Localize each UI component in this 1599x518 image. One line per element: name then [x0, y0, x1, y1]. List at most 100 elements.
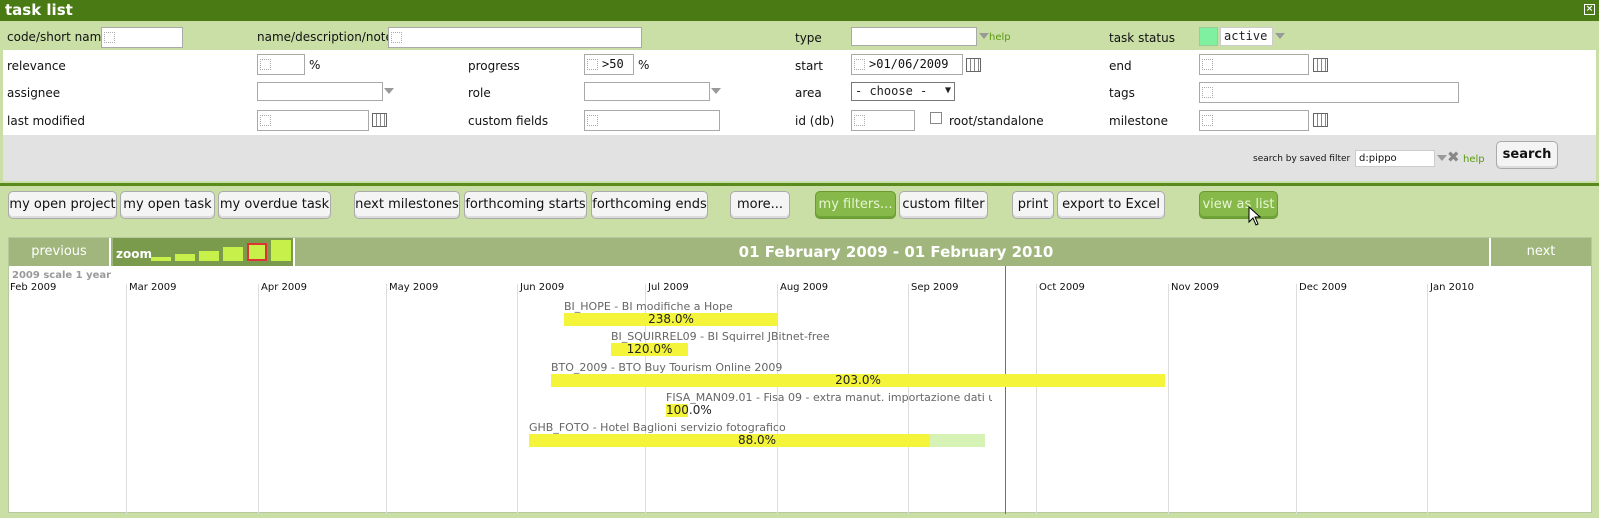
scale-label: 2009 scale 1 year: [12, 270, 112, 281]
end-label: end: [1109, 59, 1132, 73]
saved-filter-input[interactable]: d:pippo: [1355, 150, 1435, 167]
name-input[interactable]: [388, 27, 642, 48]
tags-input[interactable]: [1199, 82, 1459, 103]
root-label: root/standalone: [949, 114, 1044, 128]
custom-filter-button[interactable]: custom filter: [899, 191, 988, 219]
progress-input[interactable]: >50: [584, 54, 634, 75]
pencil-icon: [587, 59, 598, 70]
chevron-down-icon[interactable]: [1275, 33, 1285, 39]
month-gridline: [1296, 284, 1297, 514]
task-percent: 238.0%: [648, 312, 694, 326]
saved-filter-label: search by saved filter: [1253, 154, 1351, 164]
my-open-project-button[interactable]: my open project: [8, 191, 117, 219]
zoom-level-2[interactable]: [175, 254, 195, 261]
relevance-percent: %: [309, 58, 321, 72]
chevron-down-icon[interactable]: [979, 33, 989, 39]
zoom-level-3[interactable]: [199, 251, 219, 261]
zoom-label: zoom: [116, 247, 152, 261]
month-label: May 2009: [389, 282, 439, 293]
task-status-label: task status: [1109, 31, 1175, 45]
relevance-input[interactable]: [257, 54, 305, 75]
milestone-input[interactable]: [1199, 110, 1309, 131]
custom-fields-input[interactable]: [584, 110, 720, 131]
calendar-icon[interactable]: [1313, 58, 1328, 72]
previous-button[interactable]: previous: [9, 238, 111, 266]
calendar-icon[interactable]: [372, 113, 387, 127]
start-input[interactable]: >01/06/2009: [851, 54, 963, 75]
task-percent: 100.0%: [666, 403, 712, 417]
pencil-icon: [104, 32, 115, 43]
last-modified-input[interactable]: [257, 110, 369, 131]
next-milestones-button[interactable]: next milestones: [354, 191, 460, 219]
today-marker: [1005, 266, 1006, 514]
code-label: code/short name: [7, 30, 109, 44]
print-button[interactable]: print: [1012, 191, 1054, 219]
month-label: Apr 2009: [261, 282, 307, 293]
my-overdue-task-button[interactable]: my overdue task: [218, 191, 331, 219]
month-label: Oct 2009: [1039, 282, 1085, 293]
month-label: Sep 2009: [911, 282, 959, 293]
progress-value: >50: [602, 57, 624, 71]
assignee-select[interactable]: [257, 82, 383, 101]
chevron-down-icon[interactable]: [1437, 155, 1447, 161]
chevron-down-icon[interactable]: [711, 88, 721, 94]
month-gridline: [1427, 284, 1428, 514]
more-button[interactable]: more...: [730, 191, 790, 219]
code-input[interactable]: [101, 27, 183, 48]
start-label: start: [795, 59, 823, 73]
window-title: task list: [5, 1, 73, 19]
my-open-task-button[interactable]: my open task: [120, 191, 215, 219]
month-gridline: [1036, 284, 1037, 514]
search-button[interactable]: search: [1496, 141, 1558, 169]
calendar-icon[interactable]: [966, 58, 981, 72]
task-percent: 88.0%: [737, 433, 777, 447]
chevron-down-icon[interactable]: [384, 88, 394, 94]
forthcoming-starts-button[interactable]: forthcoming starts: [464, 191, 587, 219]
zoom-level-6[interactable]: [271, 240, 291, 261]
end-input[interactable]: [1199, 54, 1309, 75]
zoom-level-4[interactable]: [223, 247, 243, 261]
month-gridline: [386, 284, 387, 514]
last-modified-label: last modified: [7, 114, 85, 128]
pencil-icon: [587, 115, 598, 126]
next-button[interactable]: next: [1489, 238, 1591, 266]
zoom-level-1[interactable]: [151, 257, 171, 261]
month-label: Mar 2009: [129, 282, 177, 293]
start-value: >01/06/2009: [869, 57, 949, 71]
close-icon[interactable]: ×: [1584, 4, 1595, 15]
role-label: role: [468, 86, 491, 100]
area-select[interactable]: - choose - ▼: [851, 82, 955, 101]
id-input[interactable]: [851, 110, 915, 131]
gantt-range-title: 01 February 2009 - 01 February 2010: [738, 243, 1054, 261]
month-label: Jan 2010: [1430, 282, 1475, 293]
progress-percent: %: [638, 58, 650, 72]
forthcoming-ends-button[interactable]: forthcoming ends: [591, 191, 708, 219]
role-select[interactable]: [584, 82, 710, 101]
root-standalone-checkbox[interactable]: [930, 112, 942, 124]
saved-filter-help-link[interactable]: help: [1463, 154, 1485, 165]
pencil-icon: [391, 32, 402, 43]
relevance-label: relevance: [7, 59, 66, 73]
type-label: type: [795, 31, 822, 45]
calendar-icon[interactable]: [1313, 113, 1328, 127]
mouse-cursor-icon: [1248, 206, 1262, 226]
my-filters-button[interactable]: my filters...: [815, 191, 896, 219]
gantt-header: previous zoom 01 February 2009 - 01 Febr…: [9, 238, 1591, 266]
task-label[interactable]: FISA_MAN09.01 - Fisa 09 - extra manut. i…: [666, 391, 992, 404]
view-as-list-button[interactable]: view as list: [1199, 191, 1278, 219]
pencil-icon: [260, 59, 271, 70]
month-label: Nov 2009: [1171, 282, 1220, 293]
id-label: id (db): [795, 114, 835, 128]
filter-panel: code/short name name/description/notes t…: [3, 23, 1596, 181]
divider: [0, 183, 1599, 186]
task-status-value[interactable]: active: [1220, 27, 1273, 46]
type-select[interactable]: [851, 27, 977, 46]
month-label: Jul 2009: [648, 282, 689, 293]
clear-filter-icon[interactable]: ✖: [1447, 148, 1460, 166]
zoom-level-5-selected[interactable]: [247, 243, 267, 261]
type-help-link[interactable]: help: [989, 32, 1011, 43]
month-label: Aug 2009: [780, 282, 829, 293]
pencil-icon: [1202, 59, 1213, 70]
name-label: name/description/notes: [257, 30, 400, 44]
export-excel-button[interactable]: export to Excel: [1057, 191, 1165, 219]
